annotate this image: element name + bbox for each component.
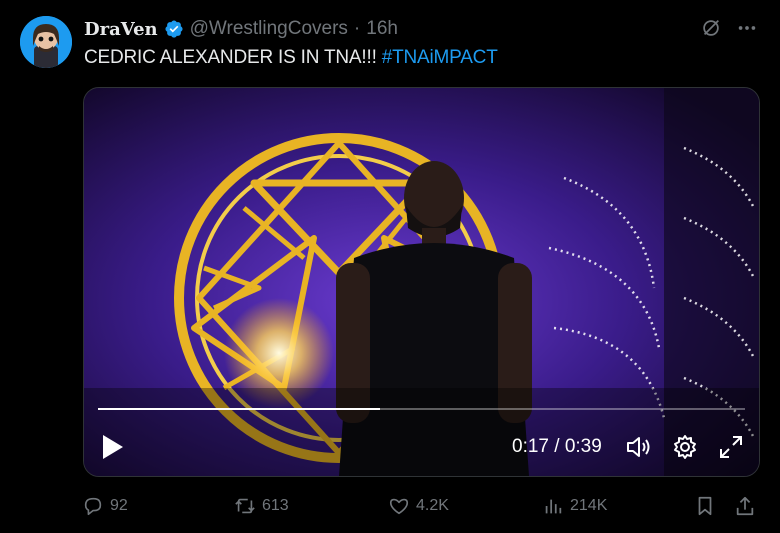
tweet-top-actions (700, 17, 758, 39)
views-button[interactable]: 214K (542, 495, 607, 517)
repost-icon (235, 498, 255, 514)
video-progress-bar[interactable] (98, 408, 745, 410)
repost-button[interactable]: 613 (234, 495, 289, 517)
author-display-name[interactable]: DraVen (84, 19, 158, 40)
like-button[interactable]: 4.2K (388, 495, 449, 517)
play-icon[interactable] (100, 432, 126, 462)
grok-icon[interactable] (700, 17, 722, 39)
verified-badge-icon (165, 20, 183, 38)
video-progress-fill (98, 408, 381, 410)
reply-button[interactable]: 92 (82, 495, 128, 517)
header-separator: · (353, 18, 361, 39)
share-button[interactable] (734, 495, 756, 517)
views-count: 214K (570, 497, 608, 514)
tweet-action-bar: 92 613 4.2K 214K (82, 492, 756, 520)
avatar[interactable] (20, 16, 72, 68)
tweet-text: CEDRIC ALEXANDER IS IN TNA!!! #TNAiMPACT (84, 47, 498, 69)
video-frame (84, 88, 759, 476)
reply-count: 92 (110, 497, 128, 514)
like-count: 4.2K (416, 497, 449, 514)
views-chart-icon (545, 499, 562, 514)
hashtag-link[interactable]: #TNAiMPACT (382, 47, 498, 68)
bookmark-button[interactable] (694, 495, 716, 517)
video-time-readout: 0:17 / 0:39 (512, 436, 602, 457)
tweet-body: CEDRIC ALEXANDER IS IN TNA!!! (84, 47, 382, 68)
author-handle[interactable]: @WrestlingCovers (190, 18, 348, 40)
heart-icon (389, 498, 409, 515)
settings-gear-icon[interactable] (670, 432, 700, 462)
more-options-icon[interactable] (736, 17, 758, 39)
avatar-image (20, 16, 72, 68)
tweet-timestamp[interactable]: 16h (366, 18, 398, 40)
reply-icon (84, 497, 102, 516)
tweet-header: DraVen @WrestlingCovers · 16h (84, 17, 398, 41)
bookmark-icon (698, 496, 712, 516)
fullscreen-icon[interactable] (716, 432, 746, 462)
video-player[interactable]: 0:17 / 0:39 (83, 87, 760, 477)
volume-icon[interactable] (624, 432, 654, 462)
repost-count: 613 (262, 497, 289, 514)
share-icon (736, 496, 754, 516)
